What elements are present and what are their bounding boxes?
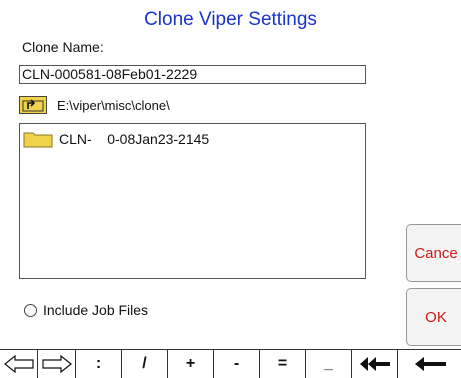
delete-arrow-icon [414,357,446,371]
dialog-title: Clone Viper Settings [144,9,317,30]
include-job-files-label: Include Job Files [43,302,149,318]
key-plus[interactable]: + [168,350,214,378]
key-left-arrow[interactable] [0,350,38,378]
clone-name-label: Clone Name: [22,39,104,55]
list-item[interactable]: CLN- 0-08Jan23-2145 [20,128,365,150]
key-underscore[interactable]: _ [306,350,352,378]
include-job-files-radio[interactable] [24,303,37,317]
include-job-files-option[interactable]: Include Job Files [24,302,148,318]
list-item-label: CLN- 0-08Jan23-2145 [59,131,210,147]
clone-name-field[interactable]: CLN-000581-08Feb01-2229 [19,65,366,84]
key-equals[interactable]: = [260,350,306,378]
key-colon[interactable]: : [76,350,122,378]
folder-icon [23,132,53,148]
key-backspace[interactable] [352,350,398,378]
current-path: E:\viper\misc\clone\ [57,97,170,113]
on-screen-keyboard: : / + - = _ [0,349,461,378]
right-arrow-icon [41,354,72,374]
path-row: E:\viper\misc\clone\ [19,95,170,115]
file-list[interactable]: CLN- 0-08Jan23-2145 [19,123,366,279]
key-right-arrow[interactable] [38,350,76,378]
key-minus[interactable]: - [214,350,260,378]
backspace-icon [359,357,390,371]
key-slash[interactable]: / [122,350,168,378]
ok-button[interactable]: OK [406,288,461,346]
up-folder-icon [22,99,44,112]
key-delete[interactable] [398,350,461,378]
cancel-button[interactable]: Cance [406,224,461,282]
up-folder-button[interactable] [19,96,47,114]
left-arrow-icon [3,354,34,374]
